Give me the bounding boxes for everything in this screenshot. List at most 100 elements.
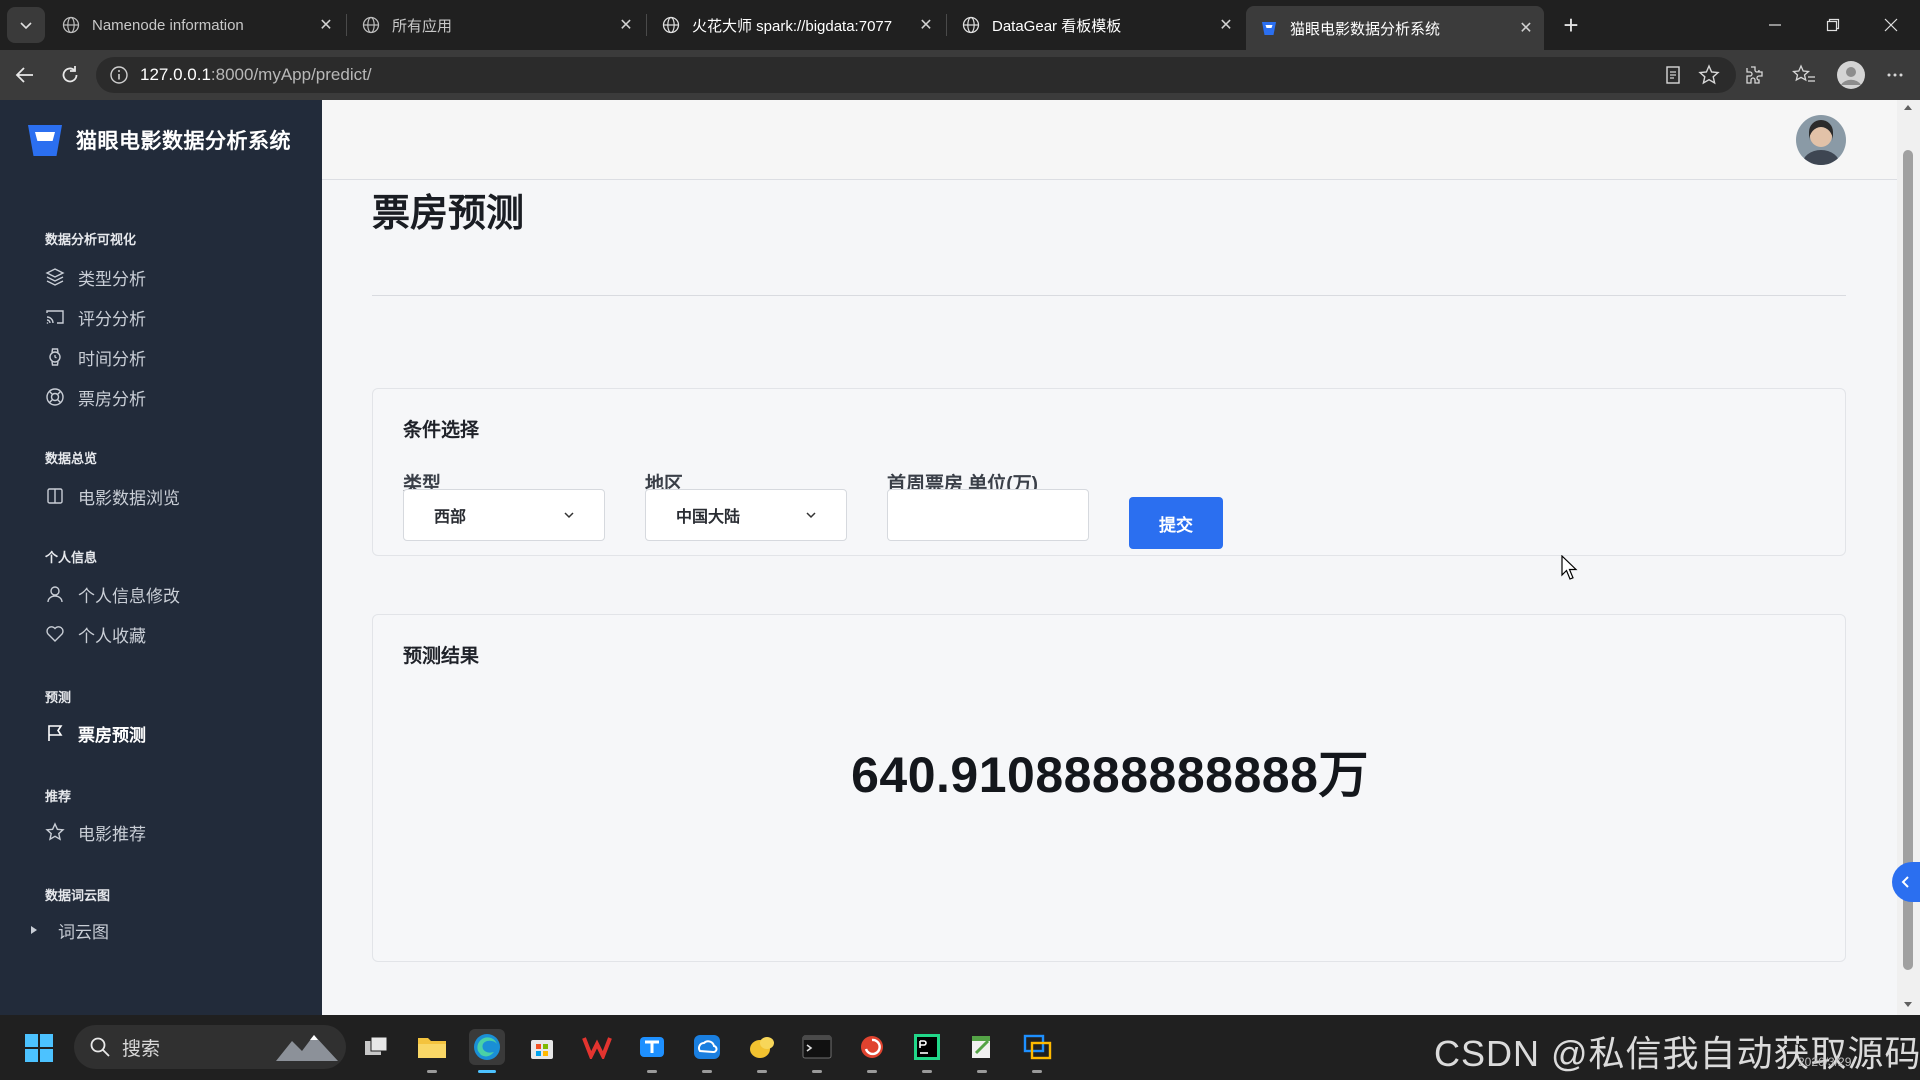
- taskbar-yellow-app[interactable]: [744, 1029, 780, 1073]
- browser-toolbar: 127.0.0.1:8000/myApp/predict/: [0, 50, 1920, 100]
- sidebar-item-label: 票房分析: [78, 389, 146, 409]
- avatar-image: [1796, 115, 1846, 165]
- flag-icon: [44, 722, 66, 744]
- sidebar-item-rating-analysis[interactable]: 评分分析: [44, 303, 146, 331]
- taskbar-store[interactable]: [524, 1029, 560, 1065]
- search-label: 搜索: [122, 1038, 161, 1060]
- browser-tab-maoyan[interactable]: 猫眼电影数据分析系统 ✕: [1246, 6, 1544, 50]
- type-select[interactable]: 西部: [403, 489, 605, 541]
- globe-icon: [62, 16, 80, 34]
- restore-button[interactable]: [1813, 8, 1853, 42]
- bucket-logo-icon: [1260, 19, 1278, 37]
- chevron-down-icon: [20, 22, 32, 30]
- taskbar-task-view[interactable]: [358, 1029, 394, 1065]
- scrollbar-thumb[interactable]: [1903, 150, 1913, 970]
- sidebar-item-boxoffice-predict[interactable]: 票房预测: [44, 719, 146, 747]
- user-avatar[interactable]: [1796, 115, 1846, 165]
- sidebar-item-type-analysis[interactable]: 类型分析: [44, 263, 146, 291]
- watch-icon: [44, 346, 66, 368]
- star-icon: [44, 821, 66, 843]
- taskbar-file-explorer[interactable]: [414, 1029, 450, 1073]
- chevron-down-icon: [562, 508, 576, 522]
- tab-separator: [946, 14, 947, 36]
- new-tab-button[interactable]: +: [1556, 10, 1586, 40]
- pycharm-icon: [914, 1034, 940, 1060]
- url-host: 127.0.0.1: [140, 65, 211, 84]
- taskbar-red-app[interactable]: [854, 1029, 890, 1073]
- sidebar-item-boxoffice-analysis[interactable]: 票房分析: [44, 383, 146, 411]
- taskbar-terminal[interactable]: [799, 1029, 835, 1073]
- edge-browser-icon: [474, 1034, 500, 1060]
- more-menu-icon[interactable]: [1882, 62, 1908, 88]
- taskbar: 搜索 CSDN @私信我自动获取源码 2026/3/29: [0, 1015, 1920, 1080]
- divider: [372, 295, 1846, 296]
- prediction-value: 640.9108888888888万: [851, 747, 1369, 803]
- minimize-icon: [1769, 24, 1781, 26]
- nav-section-recommend: 推荐: [45, 789, 72, 804]
- sidebar-item-label: 电影数据浏览: [78, 488, 180, 508]
- favorites-collection-icon[interactable]: [1791, 62, 1817, 88]
- profile-avatar-icon[interactable]: [1836, 60, 1866, 90]
- taskbar-notepad-app[interactable]: [964, 1029, 1000, 1073]
- browser-tab-all-apps[interactable]: 所有应用 ✕: [348, 6, 644, 44]
- browser-tab-spark[interactable]: 火花大师 spark://bigdata:7077 ✕: [648, 6, 944, 44]
- close-icon: [1884, 18, 1898, 32]
- scroll-down-arrow-icon[interactable]: [1902, 998, 1914, 1010]
- sidebar-item-label: 类型分析: [78, 269, 146, 289]
- close-window-button[interactable]: [1871, 8, 1911, 42]
- sidebar-item-movie-browse[interactable]: 电影数据浏览: [44, 482, 180, 510]
- taskbar-wps[interactable]: [579, 1029, 615, 1065]
- swirl-app-icon: [861, 1036, 883, 1058]
- scroll-up-arrow-icon[interactable]: [1902, 102, 1914, 114]
- reading-mode-icon[interactable]: [1660, 62, 1686, 88]
- close-icon[interactable]: ✕: [314, 13, 338, 37]
- globe-icon: [662, 16, 680, 34]
- taskbar-cloud-app[interactable]: [689, 1029, 725, 1073]
- type-select-value: 西部: [434, 509, 467, 526]
- taskbar-search[interactable]: 搜索: [74, 1025, 346, 1069]
- sidebar-item-label: 评分分析: [78, 309, 146, 329]
- submit-button[interactable]: 提交: [1129, 497, 1223, 549]
- wps-icon: [582, 1037, 612, 1059]
- close-icon[interactable]: ✕: [914, 13, 938, 37]
- taskbar-remote-app[interactable]: [1019, 1029, 1055, 1073]
- close-icon[interactable]: ✕: [1214, 13, 1238, 37]
- remote-desktop-icon: [1023, 1034, 1052, 1060]
- cast-icon: [44, 306, 66, 328]
- nav-section-predict: 预测: [45, 690, 72, 705]
- arrow-left-icon: [15, 67, 33, 83]
- sidebar-item-time-analysis[interactable]: 时间分析: [44, 343, 146, 371]
- favorite-star-icon[interactable]: [1696, 62, 1722, 88]
- back-button[interactable]: [12, 62, 38, 88]
- sidebar-item-favorites[interactable]: 个人收藏: [44, 620, 146, 648]
- taskbar-edge[interactable]: [469, 1029, 505, 1073]
- sidebar-item-profile-edit[interactable]: 个人信息修改: [44, 580, 180, 608]
- sidebar-item-movie-recommend[interactable]: 电影推荐: [44, 818, 146, 846]
- taskbar-teams[interactable]: [634, 1029, 670, 1073]
- tray-date: 2026/3/29: [1798, 1055, 1852, 1069]
- extensions-icon[interactable]: [1741, 62, 1767, 88]
- windows-start-icon[interactable]: [24, 1033, 54, 1063]
- tab-actions-menu-button[interactable]: [7, 7, 45, 43]
- conditions-card: 条件选择 类型 西部 地区 中国大陆 首周票房 单位(万) 提交: [372, 388, 1846, 556]
- notepad-icon: [972, 1036, 990, 1058]
- browser-tab-datagear[interactable]: DataGear 看板模板 ✕: [948, 6, 1244, 44]
- browser-tab-namenode[interactable]: Namenode information ✕: [48, 6, 344, 44]
- minimize-button[interactable]: [1755, 8, 1795, 42]
- restore-icon: [1826, 18, 1840, 32]
- first-week-boxoffice-input[interactable]: [887, 489, 1089, 541]
- result-card: 预测结果 640.9108888888888万: [372, 614, 1846, 962]
- refresh-button[interactable]: [57, 62, 83, 88]
- globe-icon: [362, 16, 380, 34]
- sidebar-item-wordcloud[interactable]: 词云图: [28, 916, 109, 944]
- close-icon[interactable]: ✕: [614, 13, 638, 37]
- tab-separator: [646, 14, 647, 36]
- close-icon[interactable]: ✕: [1514, 16, 1538, 40]
- info-icon[interactable]: [108, 64, 130, 86]
- brand[interactable]: 猫眼电影数据分析系统: [26, 120, 291, 160]
- taskbar-pycharm[interactable]: [909, 1029, 945, 1073]
- address-bar[interactable]: 127.0.0.1:8000/myApp/predict/: [96, 57, 1736, 93]
- region-select[interactable]: 中国大陆: [645, 489, 847, 541]
- tab-title: 猫眼电影数据分析系统: [1290, 20, 1441, 38]
- sidebar-item-label: 电影推荐: [78, 824, 146, 844]
